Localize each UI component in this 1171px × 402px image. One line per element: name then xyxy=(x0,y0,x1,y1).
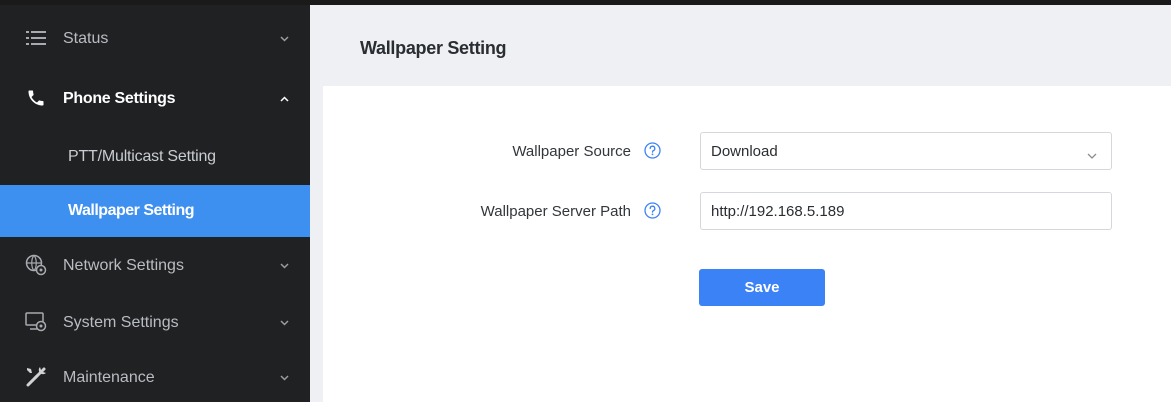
sidebar-item-label: System Settings xyxy=(63,314,179,331)
page-title: Wallpaper Setting xyxy=(360,38,507,58)
chevron-down-icon xyxy=(1087,147,1097,159)
sidebar-subitem-label: PTT/Multicast Setting xyxy=(68,148,216,165)
chevron-up-icon xyxy=(278,93,290,105)
tools-icon xyxy=(24,365,48,389)
phone-icon xyxy=(24,86,48,110)
sidebar: Status Phone Settings PTT/Multicast Sett… xyxy=(0,5,310,402)
chevron-down-icon xyxy=(278,317,290,329)
chevron-down-icon xyxy=(278,372,290,384)
top-border xyxy=(0,0,1171,5)
chevron-down-icon xyxy=(278,33,290,45)
wallpaper-source-value: Download xyxy=(711,143,778,160)
wallpaper-server-path-label: Wallpaper Server Path xyxy=(480,203,631,220)
sidebar-item-system-settings[interactable]: System Settings xyxy=(0,293,310,349)
sidebar-subitem-wallpaper[interactable]: Wallpaper Setting xyxy=(0,185,310,237)
save-button[interactable]: Save xyxy=(699,269,825,306)
sidebar-item-maintenance[interactable]: Maintenance xyxy=(0,349,310,402)
sidebar-item-label: Status xyxy=(63,30,109,47)
system-settings-icon xyxy=(24,310,48,334)
sidebar-item-status[interactable]: Status xyxy=(0,5,310,71)
help-icon[interactable] xyxy=(644,202,661,219)
wallpaper-source-label: Wallpaper Source xyxy=(512,143,631,160)
sidebar-item-phone-settings[interactable]: Phone Settings xyxy=(0,71,310,129)
wallpaper-source-select[interactable]: Download xyxy=(700,132,1112,170)
help-icon[interactable] xyxy=(644,142,661,159)
wallpaper-server-path-input[interactable] xyxy=(700,192,1112,230)
sidebar-item-label: Phone Settings xyxy=(63,90,176,107)
sidebar-item-label: Network Settings xyxy=(63,257,184,274)
chevron-down-icon xyxy=(278,260,290,272)
list-icon xyxy=(24,26,48,50)
sidebar-subitem-label: Wallpaper Setting xyxy=(68,202,195,219)
network-icon xyxy=(24,253,48,277)
sidebar-subitem-ptt-multicast[interactable]: PTT/Multicast Setting xyxy=(0,129,310,185)
sidebar-item-network-settings[interactable]: Network Settings xyxy=(0,237,310,293)
sidebar-item-label: Maintenance xyxy=(63,369,155,386)
